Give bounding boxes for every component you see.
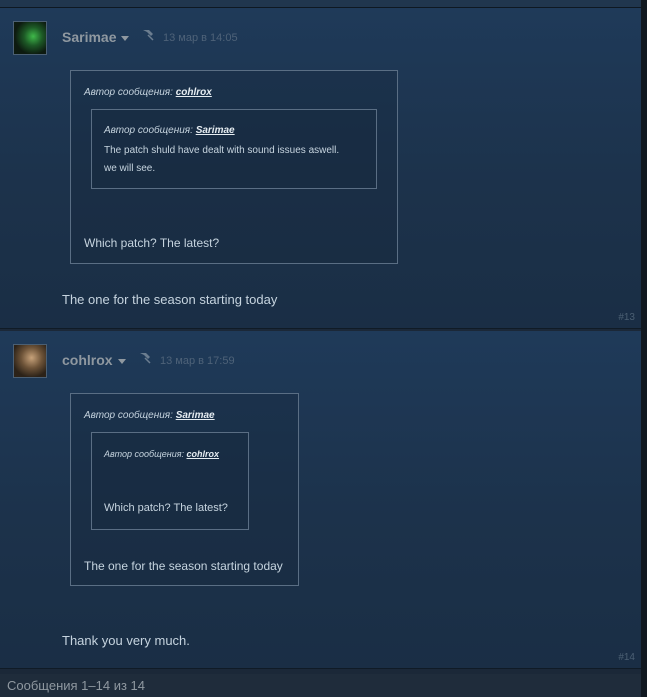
nested-quote-author-link[interactable]: Sarimae bbox=[196, 125, 235, 136]
avatar[interactable] bbox=[13, 344, 47, 378]
pagination-summary: Сообщения 1–14 из 14 bbox=[0, 674, 641, 697]
post-body: The one for the season starting today bbox=[62, 292, 278, 307]
author-name[interactable]: Sarimae bbox=[62, 29, 130, 45]
top-divider bbox=[0, 0, 641, 8]
forum-post: Sarimae 13 мар в 14:05 Автор сообщения: … bbox=[0, 8, 641, 329]
nested-quote-header: Автор сообщения: Sarimae bbox=[104, 125, 235, 136]
quote-header-prefix: Автор сообщения: bbox=[84, 87, 173, 98]
nested-quote-line-1: The patch shuld have dealt with sound is… bbox=[104, 145, 340, 156]
post-number[interactable]: #14 bbox=[618, 652, 635, 663]
nested-quote-header-prefix: Автор сообщения: bbox=[104, 125, 193, 136]
post-date: 13 мар в 14:05 bbox=[163, 32, 238, 44]
nested-quote-author-link[interactable]: cohlrox bbox=[187, 449, 220, 459]
pin-icon[interactable] bbox=[137, 351, 153, 365]
nested-quote-line-2: we will see. bbox=[104, 163, 156, 174]
author-name-label[interactable]: Sarimae bbox=[62, 29, 116, 45]
quote-block: Автор сообщения: Sarimae Автор сообщения… bbox=[70, 393, 299, 586]
quote-author-link[interactable]: cohlrox bbox=[176, 87, 212, 98]
avatar[interactable] bbox=[13, 21, 47, 55]
quote-header: Автор сообщения: Sarimae bbox=[84, 410, 215, 421]
quote-author-link[interactable]: Sarimae bbox=[176, 410, 215, 421]
pin-icon[interactable] bbox=[140, 28, 156, 42]
nested-quote-text: Which patch? The latest? bbox=[104, 502, 228, 514]
nested-quote-header-prefix: Автор сообщения: bbox=[104, 449, 185, 459]
nested-quote-block: Автор сообщения: Sarimae The patch shuld… bbox=[91, 109, 377, 189]
post-number[interactable]: #13 bbox=[618, 312, 635, 323]
post-date: 13 мар в 17:59 bbox=[160, 355, 235, 367]
author-name-label[interactable]: cohlrox bbox=[62, 352, 113, 368]
forum-post: cohlrox 13 мар в 17:59 Автор сообщения: … bbox=[0, 331, 641, 669]
post-body: Thank you very much. bbox=[62, 633, 190, 648]
author-name[interactable]: cohlrox bbox=[62, 352, 126, 368]
nested-quote-header: Автор сообщения: cohlrox bbox=[104, 449, 219, 459]
chevron-down-icon[interactable] bbox=[121, 35, 130, 41]
quote-text: Which patch? The latest? bbox=[84, 236, 220, 250]
quote-text: The one for the season starting today bbox=[84, 559, 283, 573]
quote-header-prefix: Автор сообщения: bbox=[84, 410, 173, 421]
scrollbar[interactable] bbox=[641, 0, 647, 697]
chevron-down-icon[interactable] bbox=[117, 358, 126, 364]
quote-header: Автор сообщения: cohlrox bbox=[84, 87, 212, 98]
nested-quote-block: Автор сообщения: cohlrox Which patch? Th… bbox=[91, 432, 249, 530]
quote-block: Автор сообщения: cohlrox Автор сообщения… bbox=[70, 70, 398, 264]
